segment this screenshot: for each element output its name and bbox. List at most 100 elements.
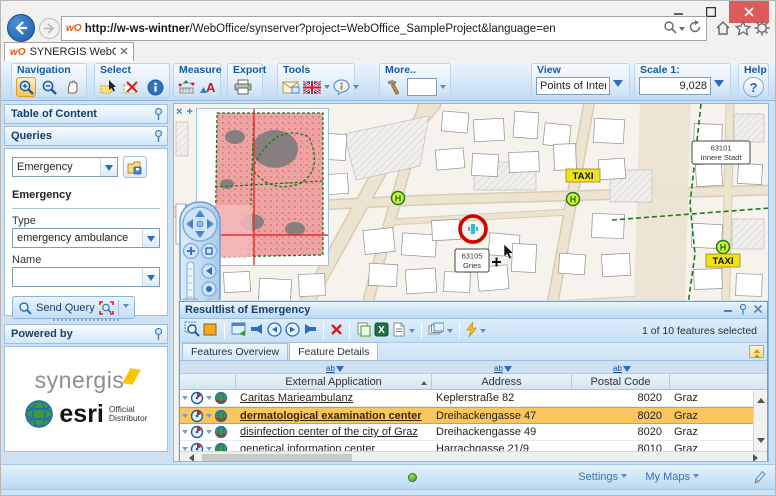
scale-dropdown-icon[interactable]	[714, 80, 724, 92]
tab-close-icon[interactable]	[120, 46, 128, 58]
scroll-left-icon[interactable]	[185, 454, 194, 461]
panel-header-table-of-content[interactable]: Table of Content	[4, 104, 168, 124]
collapse-panel-button[interactable]	[749, 345, 764, 358]
panel-resize-handle[interactable]	[53, 319, 119, 321]
zoom-next-icon[interactable]	[285, 321, 300, 340]
table-row[interactable]: Caritas Marieambulanz Keplerstraße 82 80…	[180, 390, 767, 407]
table-row-selected[interactable]: dermatological examination center Dreiha…	[180, 407, 767, 424]
address-bar[interactable]: wO http://w-ws-wintner/WebOffice/synserv…	[61, 16, 707, 41]
row-dropdown-icon[interactable]	[182, 430, 188, 437]
browser-tab[interactable]: wO SYNERGIS WebOffice Web...	[4, 42, 134, 61]
remove-selection-icon[interactable]	[330, 323, 343, 339]
pin-icon[interactable]	[154, 129, 163, 149]
resultlist-titlebar[interactable]: Resultlist of Emergency	[180, 302, 767, 319]
table-row[interactable]: disinfection center of the city of Graz …	[180, 424, 767, 441]
scroll-down-icon[interactable]	[757, 438, 765, 447]
copy-to-clipboard-icon[interactable]	[356, 322, 371, 340]
measure-tool-icon[interactable]	[178, 77, 196, 97]
feature-link[interactable]: genetical information center	[240, 443, 375, 451]
save-query-button[interactable]	[123, 156, 147, 178]
url-text[interactable]: http://w-ws-wintner/WebOffice/synserver?…	[82, 23, 663, 35]
browser-forward-button[interactable]	[39, 18, 60, 39]
header-address[interactable]: Address	[432, 374, 572, 389]
pin-icon[interactable]	[154, 327, 163, 347]
help-button[interactable]: ?	[743, 77, 764, 97]
browser-back-button[interactable]	[7, 14, 35, 42]
maptip-dropdown-icon[interactable]	[353, 85, 359, 92]
favorites-star-icon[interactable]	[734, 19, 752, 39]
name-select[interactable]	[12, 267, 160, 287]
vertical-scrollbar[interactable]	[753, 390, 767, 451]
feature-link[interactable]: dermatological examination center	[240, 410, 422, 422]
navctl-close-icon[interactable]: ×	[184, 203, 188, 210]
deselect-tool-icon[interactable]	[122, 77, 142, 97]
external-application-icon[interactable]	[214, 409, 228, 423]
row-dropdown-icon[interactable]	[182, 396, 188, 403]
actions-dropdown-icon[interactable]	[480, 328, 486, 336]
settings-menu[interactable]: Settings	[578, 471, 627, 483]
copy-features-icon[interactable]	[428, 322, 445, 340]
full-extent-button[interactable]	[200, 242, 218, 260]
refresh-icon[interactable]	[688, 20, 702, 37]
maptip-balloon-icon[interactable]	[333, 77, 350, 97]
scroll-right-icon[interactable]	[753, 454, 762, 461]
last-feature-icon[interactable]	[303, 323, 317, 338]
overview-close-icon[interactable]: ×	[176, 106, 182, 118]
zoom-to-feature-icon[interactable]	[190, 409, 204, 423]
pin-icon[interactable]	[154, 107, 163, 127]
pin-icon[interactable]	[739, 303, 747, 317]
more-tools-hammer-icon[interactable]	[384, 77, 404, 97]
resultlist-minimize-icon[interactable]	[724, 305, 732, 315]
select-features-icon[interactable]	[184, 321, 200, 340]
zoom-previous-icon[interactable]	[267, 321, 282, 340]
report-dropdown-icon[interactable]	[409, 328, 415, 336]
tab-feature-details[interactable]: Feature Details	[289, 342, 379, 360]
settings-gear-icon[interactable]	[754, 20, 770, 39]
zoom-to-feature-icon[interactable]	[190, 391, 204, 405]
zoom-to-feature-icon[interactable]	[190, 425, 204, 439]
header-postal-code[interactable]: Postal Code	[572, 374, 670, 389]
zoom-out-tool-icon[interactable]	[39, 77, 59, 97]
scale-input[interactable]: 9,028	[639, 77, 711, 95]
panel-header-queries[interactable]: Queries	[4, 126, 168, 146]
language-flag-icon[interactable]	[303, 77, 321, 97]
tab-features-overview[interactable]: Features Overview	[182, 343, 289, 360]
view-select[interactable]: Points of Intere...	[536, 77, 610, 95]
row-dropdown-icon[interactable]	[206, 413, 212, 421]
send-query-dropdown-icon[interactable]	[122, 304, 129, 311]
report-icon[interactable]	[392, 322, 406, 340]
transit-stop-marker[interactable]: H	[565, 191, 581, 207]
external-application-icon[interactable]	[214, 425, 228, 439]
send-query-button[interactable]: Send Query	[12, 296, 135, 319]
scroll-up-icon[interactable]	[757, 394, 765, 403]
row-dropdown-icon[interactable]	[206, 430, 212, 437]
open-in-window-icon[interactable]	[231, 322, 247, 340]
feature-link[interactable]: Caritas Marieambulanz	[240, 392, 353, 404]
copy-features-dropdown-icon[interactable]	[447, 328, 453, 336]
external-application-icon[interactable]	[214, 391, 228, 405]
search-dropdown-icon[interactable]	[679, 27, 685, 34]
row-dropdown-icon[interactable]	[206, 396, 212, 403]
resultlist-close-icon[interactable]	[753, 304, 763, 315]
query-select[interactable]: Emergency	[12, 157, 118, 177]
send-map-mail-icon[interactable]	[282, 77, 300, 97]
more-tools-combobox[interactable]	[407, 78, 437, 96]
language-dropdown-icon[interactable]	[324, 85, 330, 92]
more-tools-dropdown-icon[interactable]	[440, 85, 446, 92]
feature-link[interactable]: disinfection center of the city of Graz	[240, 426, 418, 438]
export-excel-icon[interactable]: X	[374, 322, 389, 340]
header-external-application[interactable]: External Application	[236, 374, 432, 389]
map-canvas[interactable]: H H H TAXI TAXI 63105 Gries 63101 Innere…	[173, 103, 769, 462]
view-dropdown-icon[interactable]	[613, 80, 623, 92]
transit-stop-marker[interactable]: H	[715, 239, 731, 255]
type-select[interactable]: emergency ambulance	[12, 228, 160, 248]
panel-header-powered-by[interactable]: Powered by	[4, 324, 168, 344]
label-tool-icon[interactable]: A	[199, 77, 216, 97]
first-feature-icon[interactable]	[250, 323, 264, 338]
identify-info-icon[interactable]	[145, 77, 165, 97]
home-icon[interactable]	[715, 20, 731, 39]
header-city-column[interactable]	[670, 374, 753, 389]
highlight-selection-icon[interactable]	[203, 322, 218, 340]
table-row[interactable]: genetical information center Harrachgass…	[180, 441, 767, 451]
print-icon[interactable]	[232, 77, 254, 97]
